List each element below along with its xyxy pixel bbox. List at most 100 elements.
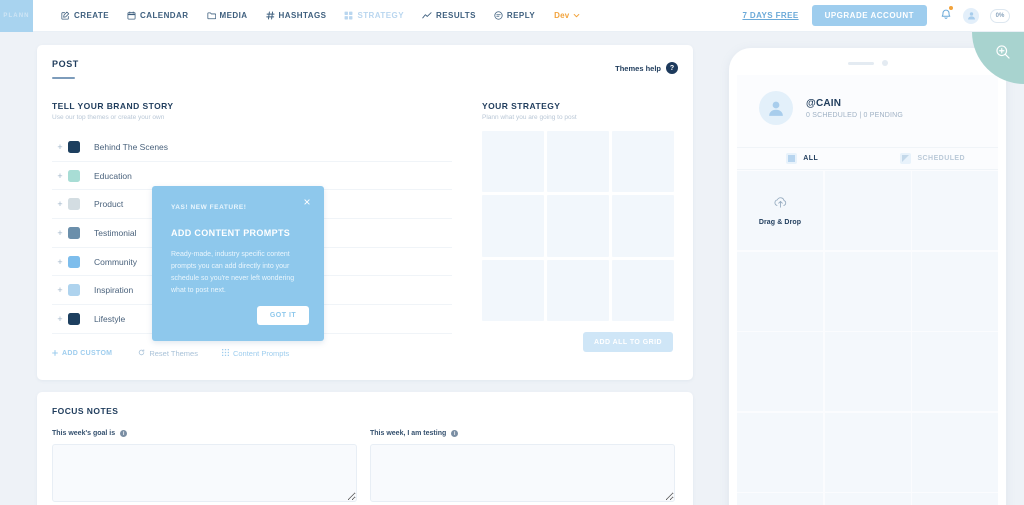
nav-item-results[interactable]: RESULTS: [413, 0, 485, 32]
reset-themes-label: Reset Themes: [149, 349, 198, 358]
nav-item-hashtags[interactable]: HASHTAGS: [257, 0, 336, 32]
content-prompts-tooltip: × YAS! NEW FEATURE! ADD CONTENT PROMPTS …: [152, 186, 324, 341]
testing-textarea[interactable]: [370, 444, 675, 502]
plus-icon[interactable]: +: [52, 314, 68, 324]
tab-label: ALL: [803, 155, 819, 162]
plus-icon[interactable]: +: [52, 199, 68, 209]
theme-color-swatch: [68, 312, 80, 325]
notifications-bell-icon[interactable]: [940, 5, 953, 25]
plus-icon[interactable]: +: [52, 142, 68, 152]
tab-all[interactable]: ALL: [737, 153, 868, 164]
chevron-down-icon: [573, 12, 580, 19]
strategy-grid-cell[interactable]: [547, 131, 609, 193]
tooltip-body: Ready-made, industry specific content pr…: [171, 251, 295, 295]
media-grid-cell[interactable]: [824, 493, 911, 505]
theme-color-swatch: [68, 226, 80, 239]
strategy-grid-cell[interactable]: [482, 195, 544, 257]
folder-icon: [206, 11, 216, 20]
theme-color-swatch: [68, 198, 80, 211]
upgrade-account-button[interactable]: UPGRADE ACCOUNT: [811, 5, 927, 26]
drag-drop-cell[interactable]: Drag & Drop: [737, 171, 823, 250]
plus-icon[interactable]: +: [52, 257, 68, 267]
nav-label: CALENDAR: [140, 11, 189, 20]
phone-media-grid: Drag & Drop: [737, 171, 998, 505]
focus-note-field-testing: This week, I am testing i: [370, 430, 675, 505]
media-grid-cell[interactable]: [737, 493, 823, 505]
strategy-grid-cell[interactable]: [547, 195, 609, 257]
tooltip-kicker: YAS! NEW FEATURE!: [171, 204, 247, 211]
nav-label: REPLY: [506, 11, 536, 20]
info-icon[interactable]: i: [120, 430, 128, 437]
note-label-row: This week's goal is i: [52, 430, 357, 437]
content-prompts-label: Content Prompts: [232, 349, 290, 358]
calendar-icon: [127, 11, 136, 20]
media-grid-cell[interactable]: [824, 412, 911, 492]
media-grid-cell[interactable]: [824, 251, 911, 331]
themes-help-button[interactable]: Themes help ?: [615, 62, 678, 74]
nav-item-calendar[interactable]: CALENDAR: [118, 0, 198, 32]
strategy-grid-cell[interactable]: [612, 195, 674, 257]
content-prompts-button[interactable]: Content Prompts: [221, 349, 290, 358]
strategy-title: YOUR STRATEGY: [482, 101, 561, 111]
goal-textarea[interactable]: [52, 444, 357, 502]
note-label-row: This week, I am testing i: [370, 430, 675, 437]
nav-item-reply[interactable]: REPLY: [485, 0, 544, 32]
media-grid-cell[interactable]: [912, 171, 998, 250]
theme-label: Inspiration: [94, 285, 134, 296]
add-custom-button[interactable]: ADD CUSTOM: [52, 349, 112, 358]
nav-item-media[interactable]: MEDIA: [198, 0, 257, 32]
plus-icon[interactable]: +: [52, 285, 68, 295]
theme-color-swatch: [68, 255, 80, 268]
zoom-in-icon: [996, 45, 1010, 59]
media-grid-cell[interactable]: [912, 251, 998, 331]
strategy-grid-cell[interactable]: [612, 259, 674, 321]
theme-label: Behind The Scenes: [94, 141, 169, 152]
camera-dot-icon: [881, 60, 888, 66]
phone-speaker: [847, 60, 888, 66]
plus-icon[interactable]: +: [52, 171, 68, 181]
drag-drop-zone[interactable]: Drag & Drop: [737, 171, 823, 250]
note-label: This week, I am testing: [370, 430, 447, 437]
media-grid-cell[interactable]: [737, 332, 823, 411]
strategy-grid-cell[interactable]: [482, 259, 544, 321]
strategy-grid-cell[interactable]: [612, 131, 674, 193]
strategy-grid-cell[interactable]: [547, 259, 609, 321]
nav-item-strategy[interactable]: STRATEGY: [335, 0, 413, 32]
media-grid-cell[interactable]: [737, 412, 823, 492]
theme-label: Education: [94, 170, 132, 181]
strategy-grid-cell[interactable]: [482, 131, 544, 193]
note-label: This week's goal is: [52, 430, 116, 437]
media-grid-cell[interactable]: [737, 251, 823, 331]
days-free-link[interactable]: 7 DAYS FREE: [742, 11, 798, 20]
got-it-button[interactable]: GOT IT: [257, 306, 309, 325]
media-grid-cell[interactable]: [912, 412, 998, 492]
theme-label: Testimonial: [94, 227, 137, 238]
profile-header: @CAIN 0 SCHEDULED | 0 PENDING: [759, 91, 903, 125]
plus-icon[interactable]: +: [52, 228, 68, 238]
tab-scheduled[interactable]: SCHEDULED: [868, 153, 999, 164]
question-mark-icon: ?: [666, 62, 678, 74]
grid-view-icon: [786, 153, 798, 164]
media-grid-cell[interactable]: [824, 171, 911, 250]
nav-item-create[interactable]: CREATE: [52, 0, 118, 32]
reset-themes-button[interactable]: Reset Themes: [138, 349, 198, 358]
title-underline: [52, 77, 75, 79]
line-chart-icon: [422, 11, 432, 20]
info-icon[interactable]: i: [451, 430, 459, 437]
theme-row[interactable]: + Behind The Scenes: [52, 133, 452, 162]
profile-avatar[interactable]: [759, 91, 793, 125]
media-grid-cell[interactable]: [912, 493, 998, 505]
tab-label: SCHEDULED: [917, 155, 966, 162]
plann-logo[interactable]: PLANN: [0, 0, 33, 32]
media-grid-cell[interactable]: [824, 332, 911, 411]
user-avatar[interactable]: [963, 7, 979, 24]
main-nav: CREATE CALENDAR MEDIA HASHTAGS STRATEGY …: [52, 0, 589, 32]
nav-label: HASHTAGS: [278, 11, 327, 20]
close-icon[interactable]: ×: [301, 196, 313, 208]
add-all-to-grid-button[interactable]: ADD ALL TO GRID: [583, 332, 673, 352]
brand-story-subtitle: Use our top themes or create your own: [52, 114, 165, 121]
progress-percent-badge[interactable]: 0%: [990, 8, 1010, 23]
media-grid-cell[interactable]: [912, 332, 998, 411]
grid-icon: [344, 11, 353, 20]
nav-item-dev-dropdown[interactable]: Dev: [544, 0, 589, 32]
